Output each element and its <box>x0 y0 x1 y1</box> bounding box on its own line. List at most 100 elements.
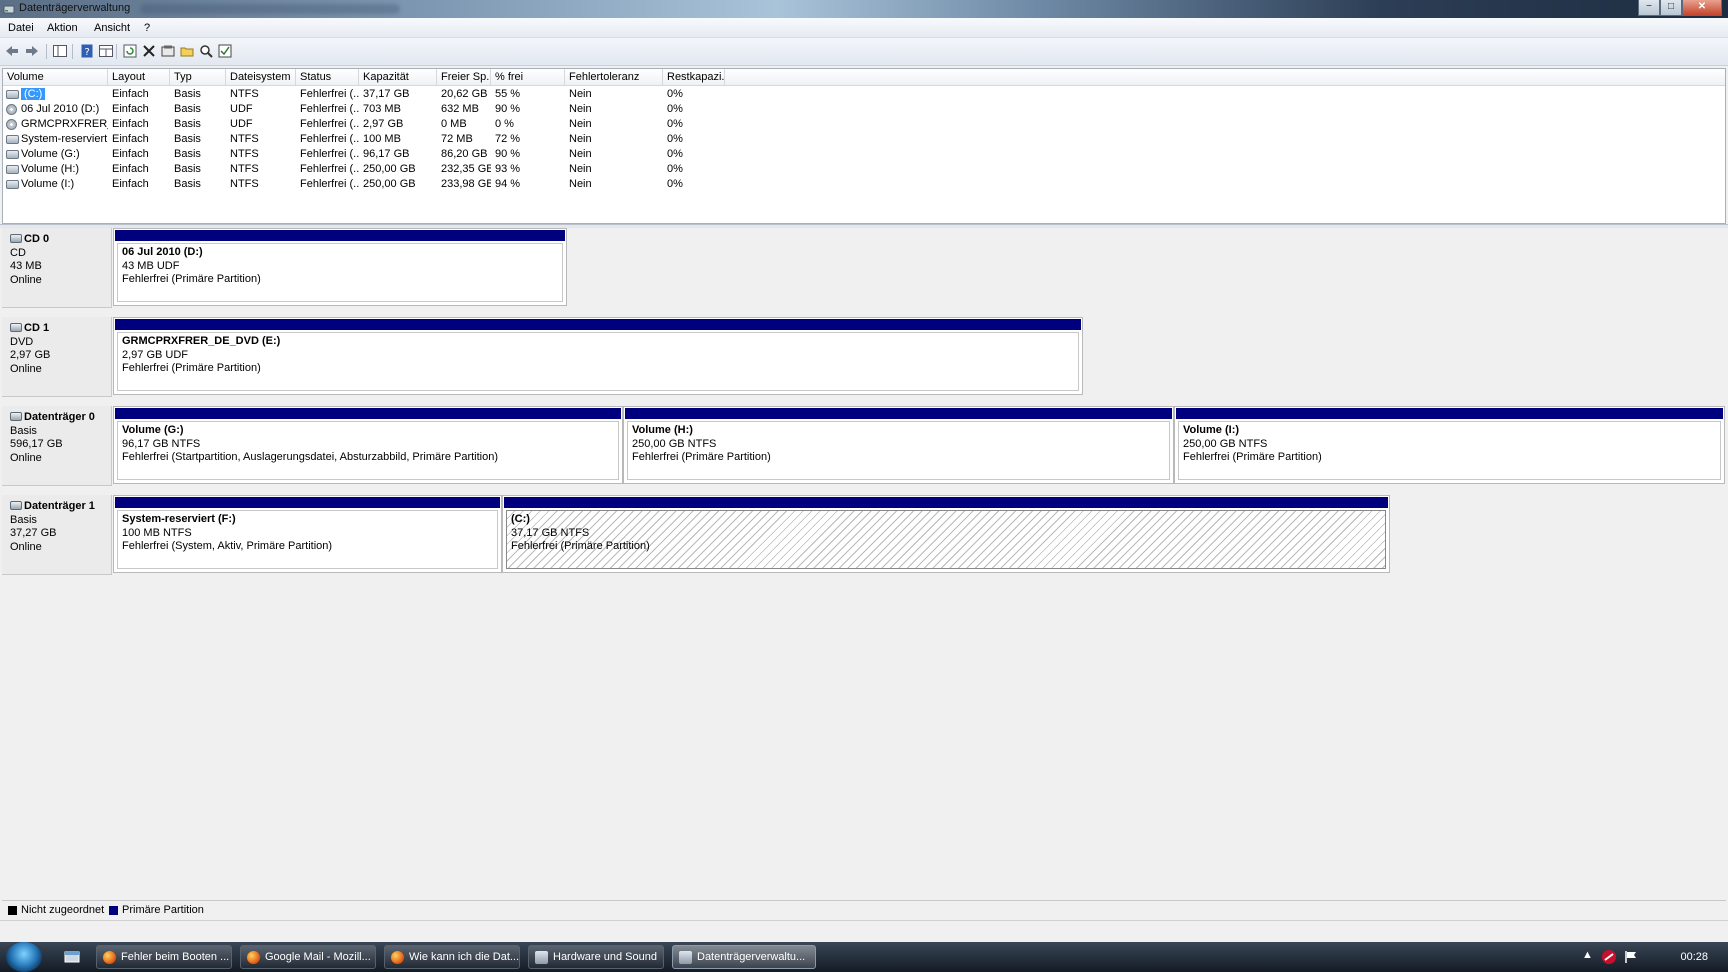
cell-text: Nein <box>569 163 592 175</box>
cell-fehlertoleranz: Nein <box>565 162 663 177</box>
table-row[interactable]: (C:) Einfach Basis NTFS Fehlerfrei (... 37,17… <box>3 87 1725 102</box>
disk-label-disk0[interactable]: Datenträger 0 Basis 596,17 GB Online <box>2 406 112 486</box>
disk-label-cd1[interactable]: CD 1 DVD 2,97 GB Online <box>2 317 112 397</box>
properties-icon[interactable] <box>160 43 176 59</box>
cell-typ: Basis <box>170 162 226 177</box>
column-header-volume[interactable]: Volume <box>3 69 108 86</box>
taskbar-item-datentraegerverwaltung[interactable]: Datenträgerverwaltu... <box>672 945 816 969</box>
partition-d[interactable]: 06 Jul 2010 (D:) 43 MB UDF Fehlerfrei (P… <box>113 228 567 306</box>
partition-name: Volume (I:) <box>1183 424 1240 436</box>
clock[interactable]: 00:28 <box>1680 951 1708 963</box>
column-header-status[interactable]: Status <box>296 69 359 86</box>
table-row[interactable]: Volume (I:) Einfach Basis NTFS Fehlerfrei (.… <box>3 177 1725 192</box>
disk-row-cd1: CD 1 DVD 2,97 GB Online GRMCPRXFRER_DE_D… <box>2 317 1726 397</box>
delete-icon[interactable] <box>141 43 157 59</box>
back-icon[interactable] <box>4 43 20 59</box>
partition-name: (C:) <box>511 513 530 525</box>
column-header-fehlertoleranz[interactable]: Fehlertoleranz <box>565 69 663 86</box>
volume-list: Volume Layout Typ Dateisystem Status Kap… <box>2 68 1726 224</box>
taskbar-item-hardware-und-sound[interactable]: Hardware und Sound <box>528 945 664 969</box>
cell-prozent-frei: 93 % <box>491 162 565 177</box>
cell-status: Fehlerfrei (... <box>296 147 359 162</box>
column-header-prozent-frei[interactable]: % frei <box>491 69 565 86</box>
cell-text: Volume (I:) <box>21 178 75 190</box>
column-header-kapazitaet[interactable]: Kapazität <box>359 69 437 86</box>
cell-status: Fehlerfrei (... <box>296 87 359 102</box>
cell-volume: (C:) <box>3 87 108 102</box>
partition-c[interactable]: (C:) 37,17 GB NTFS Fehlerfrei (Primäre P… <box>502 495 1390 573</box>
disk-status: Online <box>10 451 42 464</box>
maximize-button[interactable]: □ <box>1660 0 1682 16</box>
cell-volume: GRMCPRXFRER_D... <box>3 117 108 132</box>
table-row[interactable]: Volume (G:) Einfach Basis NTFS Fehlerfrei (.… <box>3 147 1725 162</box>
open-icon[interactable] <box>179 43 195 59</box>
disk-name: CD 0 <box>24 233 50 245</box>
column-header-freier-speicher[interactable]: Freier Sp... <box>437 69 491 86</box>
cell-text: 0% <box>667 88 683 100</box>
cell-text: Basis <box>174 88 201 100</box>
primary-partition-bar <box>115 319 1081 330</box>
forward-icon[interactable] <box>24 43 40 59</box>
menu-aktion[interactable]: Aktion <box>47 22 78 34</box>
volume-icon <box>6 135 19 144</box>
taskbar-item-google-mail[interactable]: Google Mail - Mozill... <box>240 945 376 969</box>
taskbar-item-fehler-beim-booten[interactable]: Fehler beim Booten ... <box>96 945 232 969</box>
table-row[interactable]: 06 Jul 2010 (D:) Einfach Basis UDF Fehlerfre… <box>3 102 1725 117</box>
view-icon[interactable] <box>98 43 114 59</box>
cell-text: NTFS <box>230 88 259 100</box>
cell-text: Fehlerfrei (... <box>300 88 359 100</box>
cell-text: NTFS <box>230 133 259 145</box>
partition-e[interactable]: GRMCPRXFRER_DE_DVD (E:) 2,97 GB UDF Fehl… <box>113 317 1083 395</box>
disk-map: CD 0 CD 43 MB Online 06 Jul 2010 (D:) 43… <box>2 228 1726 900</box>
column-header-dateisystem[interactable]: Dateisystem <box>226 69 296 86</box>
security-alert-icon[interactable] <box>1601 949 1617 965</box>
action-center-flag-icon[interactable] <box>1624 950 1638 964</box>
cell-text: Nein <box>569 133 592 145</box>
column-header-layout[interactable]: Layout <box>108 69 170 86</box>
cell-fehlertoleranz: Nein <box>565 147 663 162</box>
menu-datei[interactable]: Datei <box>8 22 34 34</box>
partition-h[interactable]: Volume (H:) 250,00 GB NTFS Fehlerfrei (P… <box>623 406 1174 484</box>
close-button[interactable]: ✕ <box>1682 0 1722 16</box>
menu-help[interactable]: ? <box>144 22 150 34</box>
show-desktop-icon[interactable] <box>64 949 80 965</box>
show-hidden-icons-icon[interactable]: ▲ <box>1582 949 1593 961</box>
cell-text: Einfach <box>112 148 149 160</box>
cell-prozent-frei: 72 % <box>491 132 565 147</box>
disk-label-disk1[interactable]: Datenträger 1 Basis 37,27 GB Online <box>2 495 112 575</box>
taskbar-item-wie-kann-ich[interactable]: Wie kann ich die Dat... <box>384 945 520 969</box>
disk-management-icon <box>3 5 15 14</box>
disk-size: 2,97 GB <box>10 349 51 361</box>
cell-typ: Basis <box>170 177 226 192</box>
partition-g[interactable]: Volume (G:) 96,17 GB NTFS Fehlerfrei (St… <box>113 406 623 484</box>
checklist-icon[interactable] <box>217 43 233 59</box>
start-button[interactable] <box>6 942 42 972</box>
table-row[interactable]: System-reserviert (... Einfach Basis NTFS Fe… <box>3 132 1725 147</box>
cd-drive-icon <box>10 323 22 332</box>
column-header-typ[interactable]: Typ <box>170 69 226 86</box>
disk-label-cd0[interactable]: CD 0 CD 43 MB Online <box>2 228 112 308</box>
cell-kapazitaet: 100 MB <box>359 132 437 147</box>
partition-f[interactable]: System-reserviert (F:) 100 MB NTFS Fehle… <box>113 495 502 573</box>
refresh-icon[interactable] <box>122 43 138 59</box>
minimize-button[interactable]: − <box>1638 0 1660 16</box>
table-row[interactable]: Volume (H:) Einfach Basis NTFS Fehlerfrei (.… <box>3 162 1725 177</box>
disk-type: Basis <box>10 513 37 526</box>
cd-drive-icon <box>6 104 17 115</box>
explore-icon[interactable] <box>198 43 214 59</box>
cell-text: Volume (H:) <box>21 163 80 175</box>
cell-typ: Basis <box>170 117 226 132</box>
cell-text: Volume (G:) <box>21 148 80 160</box>
console-tree-icon[interactable] <box>52 43 68 59</box>
cell-restkapazitaet: 0% <box>663 177 725 192</box>
menu-ansicht[interactable]: Ansicht <box>94 22 130 34</box>
partition-size: 96,17 GB NTFS <box>122 437 201 450</box>
partition-i[interactable]: Volume (I:) 250,00 GB NTFS Fehlerfrei (P… <box>1174 406 1725 484</box>
table-row[interactable]: GRMCPRXFRER_D... Einfach Basis UDF Fehlerfre… <box>3 117 1725 132</box>
cell-text: NTFS <box>230 148 259 160</box>
cell-dateisystem: NTFS <box>226 132 296 147</box>
cd-drive-icon <box>10 234 22 243</box>
cell-text: Nein <box>569 88 592 100</box>
help-icon[interactable]: ? <box>79 43 95 59</box>
column-header-restkapazitaet[interactable]: Restkapazi... <box>663 69 725 86</box>
